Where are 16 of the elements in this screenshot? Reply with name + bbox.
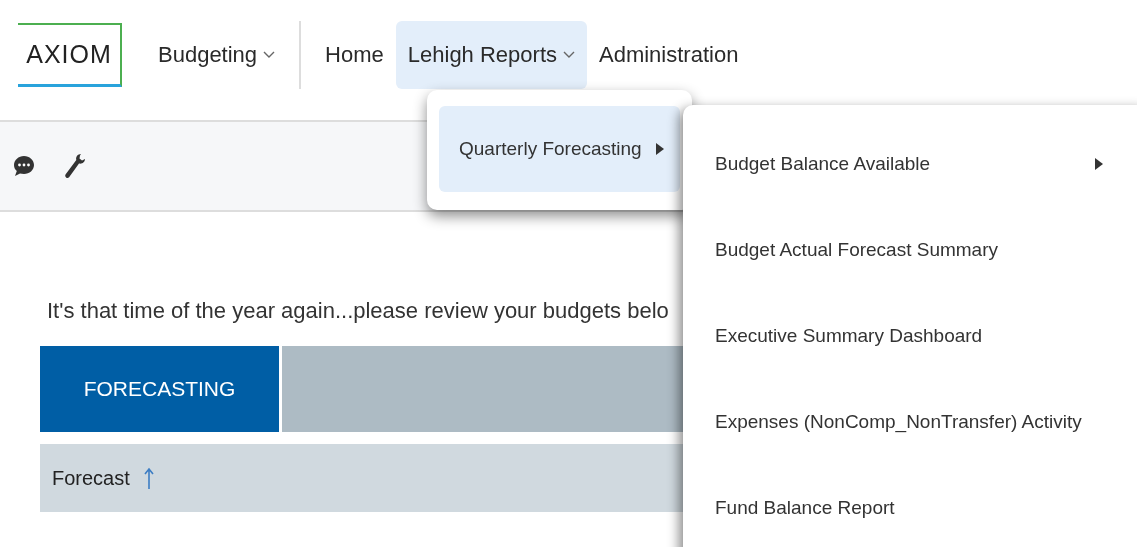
module-menu[interactable]: Budgeting — [146, 21, 288, 89]
menu-item[interactable]: Executive Summary Dashboard — [683, 293, 1137, 379]
nav-item[interactable]: Administration — [587, 21, 751, 89]
menu-item[interactable]: Expenses (NonComp_NonTransfer) Activity — [683, 379, 1137, 465]
menu-item[interactable]: Budget Balance Available — [683, 121, 1137, 207]
menu-item[interactable]: Fund Balance Report — [683, 465, 1137, 547]
logo[interactable]: AXIOM — [18, 23, 122, 87]
wrench-icon[interactable] — [62, 152, 86, 180]
tab[interactable]: FORECASTING — [40, 346, 282, 432]
menu-item[interactable]: Budget Actual Forecast Summary — [683, 207, 1137, 293]
nav-item[interactable]: Home — [313, 21, 396, 89]
menu-item[interactable]: Quarterly Forecasting — [439, 106, 680, 192]
message-text: It's that time of the year again...please review your budgets belo — [46, 298, 670, 324]
chat-icon[interactable] — [12, 154, 36, 178]
nav-item[interactable]: Lehigh Reports — [395, 21, 587, 89]
column-header[interactable]: Forecast — [52, 466, 154, 490]
